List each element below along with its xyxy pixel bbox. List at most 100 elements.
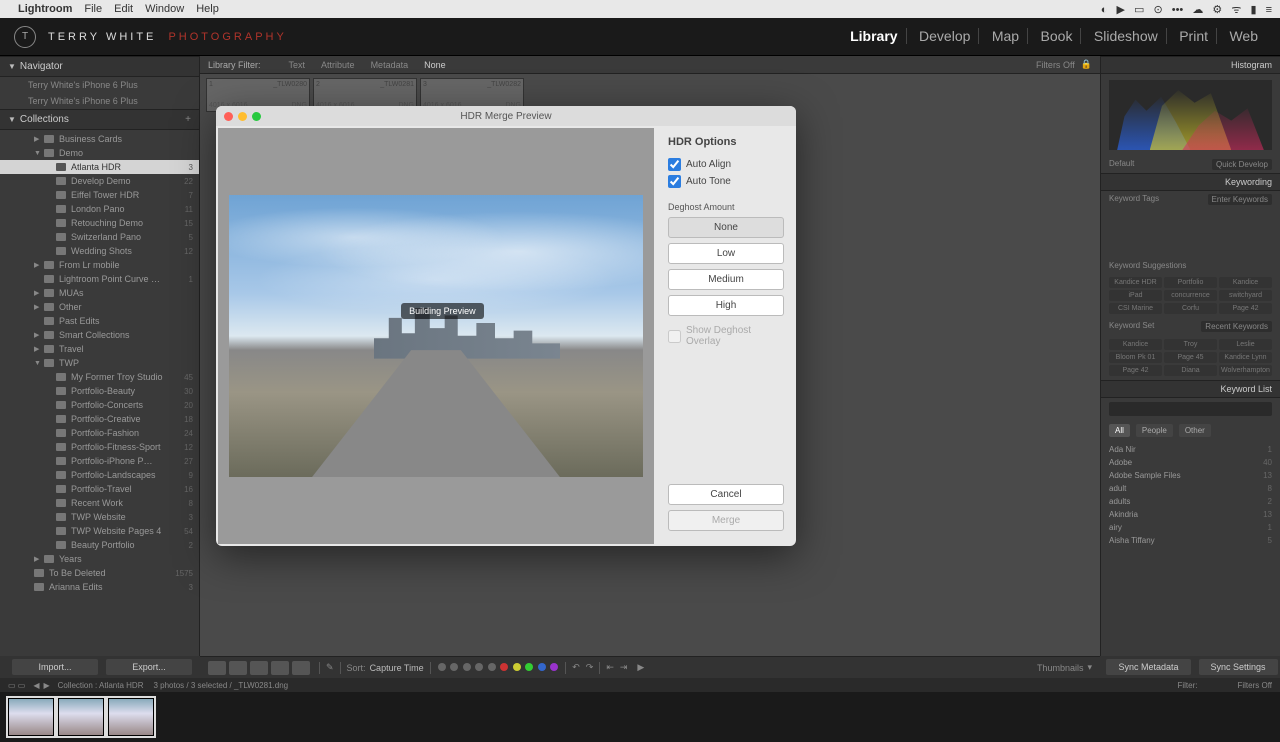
collection-item[interactable]: Wedding Shots12 — [0, 244, 199, 258]
filter-other[interactable]: Other — [1179, 424, 1211, 437]
collections-header[interactable]: ▼ Collections + — [0, 109, 199, 130]
collection-item[interactable]: ▼Demo — [0, 146, 199, 160]
keyword-item[interactable]: Aisha Tiffany5 — [1109, 534, 1272, 547]
sync-settings-button[interactable]: Sync Settings — [1199, 659, 1278, 675]
enter-keywords[interactable]: Enter Keywords — [1208, 194, 1272, 205]
label-none[interactable] — [488, 663, 496, 671]
collection-item[interactable]: ▶Smart Collections — [0, 328, 199, 342]
collection-item[interactable]: ▼TWP — [0, 356, 199, 370]
module-library[interactable]: Library — [842, 28, 906, 44]
keyword-suggestion[interactable]: Leslie — [1219, 339, 1272, 350]
module-book[interactable]: Book — [1033, 28, 1082, 44]
deghost-low[interactable]: Low — [668, 243, 784, 264]
keyword-suggestion[interactable]: Wolverhampton — [1219, 365, 1272, 376]
collection-item[interactable]: Past Edits — [0, 314, 199, 328]
compare-view-button[interactable] — [250, 661, 268, 675]
label-yellow[interactable] — [513, 663, 521, 671]
keyword-item[interactable]: adults2 — [1109, 495, 1272, 508]
tray-icon[interactable]: ▮ — [1250, 4, 1256, 16]
label-none[interactable] — [463, 663, 471, 671]
label-blue[interactable] — [538, 663, 546, 671]
module-map[interactable]: Map — [984, 28, 1028, 44]
close-icon[interactable] — [224, 112, 233, 121]
menu-edit[interactable]: Edit — [114, 3, 133, 15]
collection-item[interactable]: ▶MUAs — [0, 286, 199, 300]
keyword-item[interactable]: Adobe Sample Files13 — [1109, 469, 1272, 482]
auto-tone-checkbox[interactable]: Auto Tone — [668, 175, 784, 188]
deghost-high[interactable]: High — [668, 295, 784, 316]
module-web[interactable]: Web — [1221, 28, 1266, 44]
keyword-suggestion[interactable]: Page 42 — [1219, 303, 1272, 314]
keyword-suggestion[interactable]: Page 45 — [1164, 352, 1217, 363]
collection-item[interactable]: Portfolio-Concerts20 — [0, 398, 199, 412]
collection-item[interactable]: Switzerland Pano5 — [0, 230, 199, 244]
tray-icon[interactable]: ☁ — [1192, 4, 1203, 16]
keyword-suggestion[interactable]: Kandice — [1109, 339, 1162, 350]
import-button[interactable]: Import... — [12, 659, 98, 675]
label-green[interactable] — [525, 663, 533, 671]
tray-icon[interactable]: ⚙ — [1212, 4, 1222, 16]
module-slideshow[interactable]: Slideshow — [1086, 28, 1167, 44]
rotate-ccw-icon[interactable]: ↶ — [572, 662, 580, 673]
dialog-titlebar[interactable]: HDR Merge Preview — [216, 106, 796, 126]
keyword-item[interactable]: Adobe40 — [1109, 456, 1272, 469]
keyword-set-dropdown[interactable]: Recent Keywords — [1201, 321, 1272, 332]
collection-item[interactable]: Retouching Demo15 — [0, 216, 199, 230]
go-forward-icon[interactable]: ▶ — [44, 681, 50, 690]
navigator-row[interactable]: Terry White's iPhone 6 Plus — [0, 93, 199, 109]
keyword-item[interactable]: adult8 — [1109, 482, 1272, 495]
keyword-suggestion[interactable]: Page 42 — [1109, 365, 1162, 376]
collection-item[interactable]: ▶From Lr mobile — [0, 258, 199, 272]
collection-item[interactable]: Portfolio-iPhone P…27 — [0, 454, 199, 468]
survey-view-button[interactable] — [271, 661, 289, 675]
filters-off[interactable]: Filters Off — [1036, 60, 1075, 70]
collection-item[interactable]: Eiffel Tower HDR7 — [0, 188, 199, 202]
rotate-cw-icon[interactable]: ↷ — [586, 662, 594, 673]
sort-dropdown[interactable]: Capture Time — [370, 663, 424, 673]
collection-item[interactable]: Portfolio-Landscapes9 — [0, 468, 199, 482]
tray-icon[interactable]: ▭ — [1134, 4, 1144, 16]
collection-item[interactable]: Recent Work8 — [0, 496, 199, 510]
collection-item[interactable]: Lightroom Point Curve …1 — [0, 272, 199, 286]
collection-item[interactable]: London Pano11 — [0, 202, 199, 216]
sync-metadata-button[interactable]: Sync Metadata — [1106, 659, 1190, 675]
zoom-icon[interactable] — [252, 112, 261, 121]
filter-all[interactable]: All — [1109, 424, 1130, 437]
navigator-header[interactable]: ▼ Navigator — [0, 56, 199, 77]
collection-item[interactable]: TWP Website Pages 454 — [0, 524, 199, 538]
module-print[interactable]: Print — [1171, 28, 1217, 44]
nav-next-icon[interactable]: ⇥ — [620, 662, 628, 673]
tray-icon[interactable]: ••• — [1172, 4, 1184, 16]
collection-path[interactable]: Collection : Atlanta HDR — [58, 681, 144, 690]
thumbnail-size-slider[interactable]: ▾ — [1087, 662, 1092, 673]
filmstrip-thumb[interactable] — [108, 698, 154, 736]
label-none[interactable] — [450, 663, 458, 671]
keyword-suggestion[interactable]: switchyard — [1219, 290, 1272, 301]
collection-item[interactable]: Atlanta HDR3 — [0, 160, 199, 174]
collection-item[interactable]: ▶Other — [0, 300, 199, 314]
keyword-item[interactable]: airy1 — [1109, 521, 1272, 534]
collection-item[interactable]: Develop Demo22 — [0, 174, 199, 188]
filter-none[interactable]: None — [424, 60, 446, 70]
keywording-header[interactable]: Keywording — [1101, 173, 1280, 191]
module-develop[interactable]: Develop — [911, 28, 979, 44]
tray-icon[interactable]: ▶ — [1116, 4, 1124, 16]
deghost-medium[interactable]: Medium — [668, 269, 784, 290]
grid-view-button[interactable] — [208, 661, 226, 675]
keyword-suggestion[interactable]: Troy — [1164, 339, 1217, 350]
label-red[interactable] — [500, 663, 508, 671]
tray-icon[interactable]: ◐ — [1101, 4, 1108, 16]
tray-icon[interactable]: ᯤ — [1231, 4, 1241, 16]
label-none[interactable] — [438, 663, 446, 671]
keyword-suggestion[interactable]: CSI Marine — [1109, 303, 1162, 314]
cancel-button[interactable]: Cancel — [668, 484, 784, 505]
menu-window[interactable]: Window — [145, 3, 184, 15]
keyword-item[interactable]: Akindria13 — [1109, 508, 1272, 521]
app-name[interactable]: Lightroom — [18, 3, 72, 15]
filter-text[interactable]: Text — [289, 60, 306, 70]
filter-people[interactable]: People — [1136, 424, 1173, 437]
collection-item[interactable]: Portfolio-Travel16 — [0, 482, 199, 496]
menu-file[interactable]: File — [84, 3, 102, 15]
filmstrip-thumb[interactable] — [58, 698, 104, 736]
people-view-button[interactable] — [292, 661, 310, 675]
